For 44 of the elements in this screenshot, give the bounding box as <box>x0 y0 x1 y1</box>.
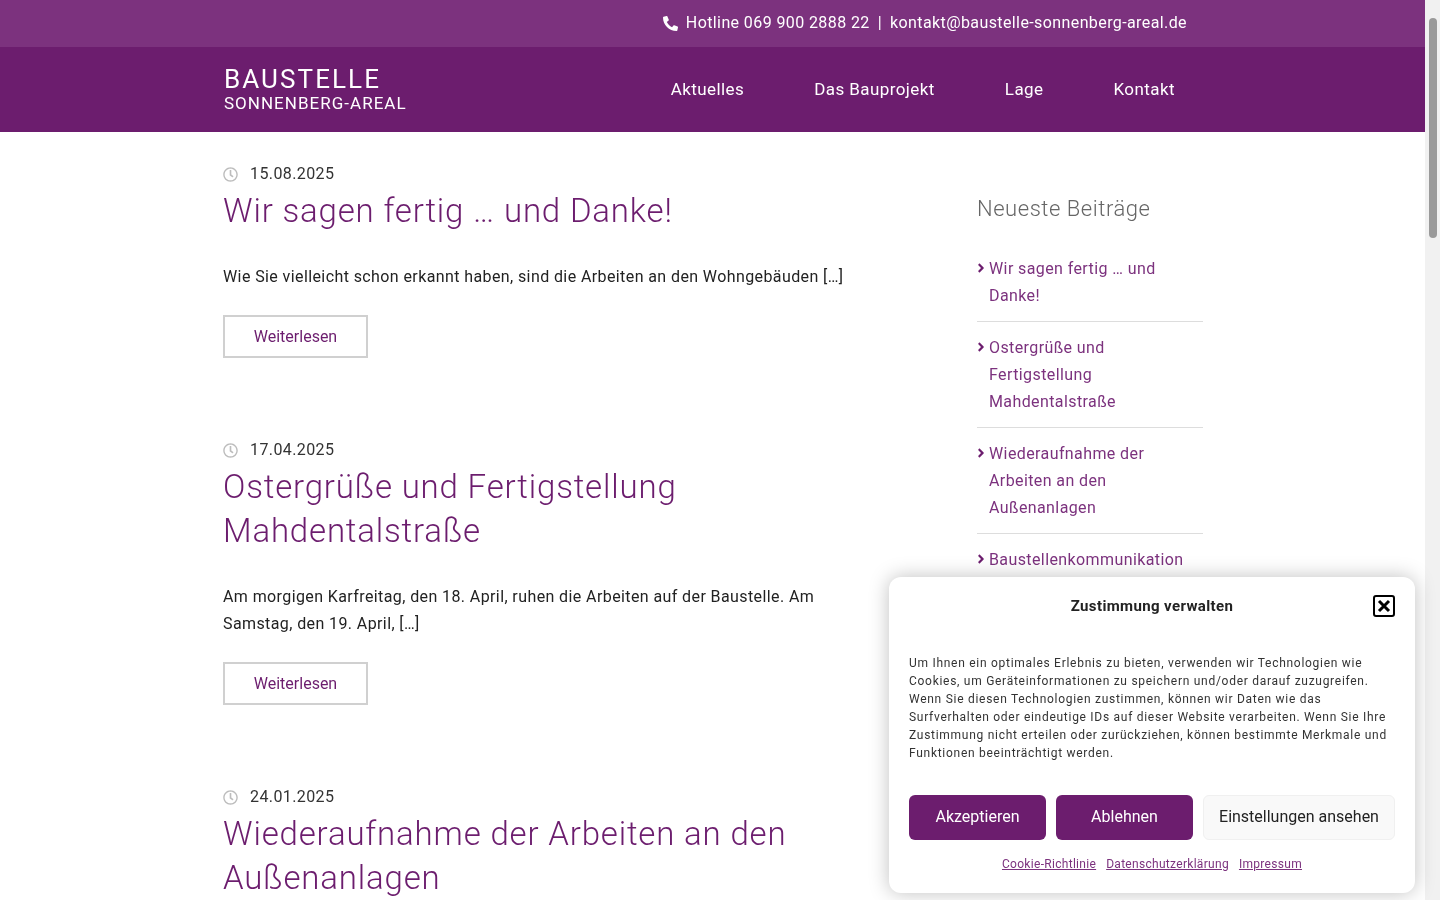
policy-link[interactable]: Datenschutzerklärung <box>1106 854 1229 873</box>
consent-button[interactable]: Akzeptieren <box>909 794 1046 840</box>
chevron-icon <box>977 261 985 275</box>
post-date: 17.04.2025 <box>250 439 335 461</box>
sidebar-link[interactable]: Wiederaufnahme der Arbeiten an den Außenanlagen <box>989 440 1203 521</box>
dialog-title: Zustimmung verwalten <box>1070 596 1234 617</box>
nav-link[interactable]: Das Bauprojekt <box>814 76 935 103</box>
chevron-icon <box>977 340 985 354</box>
nav-link[interactable]: Kontakt <box>1113 76 1175 103</box>
sidebar-title: Neueste Beiträge <box>977 195 1152 223</box>
post-date: 24.01.2025 <box>250 786 335 808</box>
nav-link[interactable]: Aktuelles <box>670 76 745 103</box>
clock-icon <box>223 789 238 805</box>
phone-icon <box>662 15 678 31</box>
sidebar-link[interactable]: Wir sagen fertig … und Danke! <box>989 255 1203 309</box>
nav-link[interactable]: Lage <box>1004 76 1044 103</box>
read-more-button[interactable]: Weiterlesen <box>223 315 368 358</box>
policy-link[interactable]: Cookie-Richtlinie <box>1001 854 1097 873</box>
logo[interactable]: BAUSTELLE SONNENBERG-AREAL <box>224 66 407 113</box>
dialog-text: Um Ihnen ein optimales Erlebnis zu bieten, verwenden wir Technologien wie Cookies, um Geräteinformationen zu speichern und/oder darauf zuzugreifen. Wenn Sie diesen Technologien zustimmen, können wir Daten wie das Surfverhalten oder eindeutige IDs auf dieser Website verarbeiten. Wenn Sie Ihre Zustimmung nicht erteilen oder zurückziehen, können bestimmte Merkmale und Funktionen beeinträchtigt werden. <box>909 654 1388 762</box>
scrollbar[interactable] <box>1425 0 1440 900</box>
scrollbar-thumb[interactable] <box>1429 18 1437 238</box>
close-icon[interactable] <box>1373 595 1395 618</box>
chevron-icon <box>977 552 985 566</box>
read-more-button[interactable]: Weiterlesen <box>223 662 368 705</box>
consent-button[interactable]: Ablehnen <box>1056 794 1193 840</box>
consent-button[interactable]: Einstellungen ansehen <box>1203 794 1395 840</box>
policy-link[interactable]: Impressum <box>1238 854 1302 873</box>
clock-icon <box>223 166 238 182</box>
email-link[interactable]: kontakt@baustelle-sonnenberg-areal.de <box>890 11 1187 36</box>
post-title[interactable]: Wiederaufnahme der Arbeiten an den Außenanlagen <box>223 812 823 900</box>
logo-title: BAUSTELLE <box>224 66 383 93</box>
post-title[interactable]: Wir sagen fertig … und Danke! <box>223 189 823 233</box>
post-date: 15.08.2025 <box>250 163 335 185</box>
chevron-icon <box>977 446 985 460</box>
logo-subtitle: SONNENBERG-AREAL <box>224 95 407 113</box>
clock-icon <box>223 442 238 458</box>
separator: | <box>877 12 882 35</box>
hotline: Hotline 069 900 2888 22 <box>685 12 870 35</box>
sidebar-link[interactable]: Ostergrüße und Fertigstellung Mahdentalstraße <box>989 334 1203 415</box>
sidebar-link[interactable]: Baustellenkommunikation <box>989 546 1184 573</box>
post-excerpt: Wie Sie vielleicht schon erkannt haben, sind die Arbeiten an den Wohngebäuden […] <box>223 266 845 288</box>
post-excerpt: Am morgigen Karfreitag, den 18. April, ruhen die Arbeiten auf der Baustelle. Am Samstag, den 19. April, […] <box>223 586 816 635</box>
post-title[interactable]: Ostergrüße und Fertigstellung Mahdentalstraße <box>223 465 823 553</box>
